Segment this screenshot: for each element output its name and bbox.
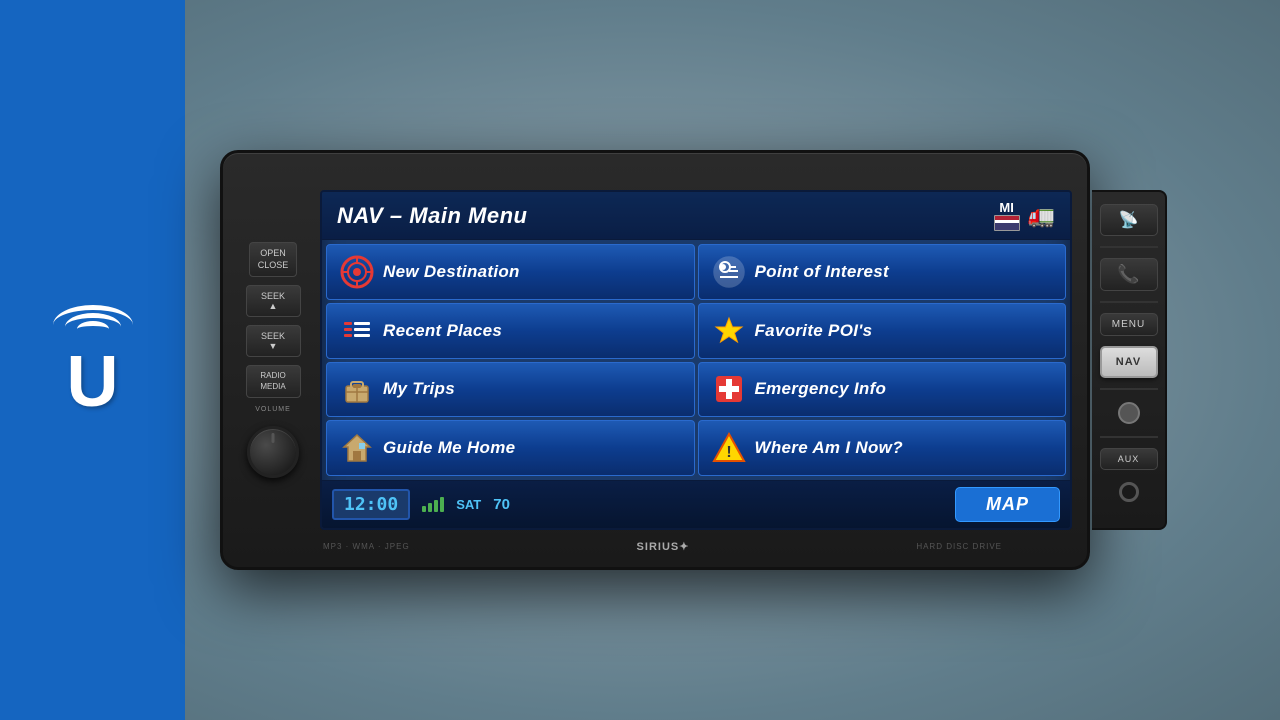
new-destination-label: New Destination [383,262,520,282]
logo: U [53,305,133,415]
poi-icon [711,254,747,290]
divider-2 [1100,301,1158,303]
phone-icon: 📞 [1117,264,1139,284]
favorite-poi-label: Favorite POI's [755,321,873,341]
recent-places-label: Recent Places [383,321,502,341]
format-label: MP3 · WMA · JPEG [323,542,410,551]
point-of-interest-label: Point of Interest [755,262,890,282]
status-bar: 12:00 SAT 70 MAP [322,480,1070,528]
my-trips-button[interactable]: My Trips [326,362,695,418]
target-icon [339,254,375,290]
svg-text:!: ! [726,444,731,461]
where-am-i-button[interactable]: ! Where Am I Now? [698,420,1067,476]
guide-home-button[interactable]: Guide Me Home [326,420,695,476]
head-unit-device: OPENCLOSE SEEK▲ SEEK▼ RADIOMEDIA VOLUME … [220,150,1090,570]
divider-4 [1100,436,1158,438]
screen-header: NAV – Main Menu MI 🚛 [322,192,1070,240]
state-code: MI [994,200,1020,231]
favorite-poi-button[interactable]: Favorite POI's [698,303,1067,359]
device-bottom-bar: MP3 · WMA · JPEG SIRIUS✦ HARD DISC DRIVE [323,540,1002,553]
warning-icon: ! [711,430,747,466]
home-icon [339,430,375,466]
screen-title: NAV – Main Menu [337,203,527,229]
left-controls: OPENCLOSE SEEK▲ SEEK▼ RADIOMEDIA VOLUME [238,242,308,478]
bag-icon [339,371,375,407]
signal-bars [422,497,444,512]
seek-up-button[interactable]: SEEK▲ [246,285,301,317]
menu-grid: New Destination Point of Interest [322,240,1070,480]
guide-home-label: Guide Me Home [383,438,515,458]
state-flag [994,215,1020,231]
cross-icon [711,371,747,407]
phone-button[interactable]: 📞 [1100,258,1158,291]
nav-button[interactable]: NAV [1100,346,1158,378]
signal-bar-2 [428,503,432,512]
point-of-interest-button[interactable]: Point of Interest [698,244,1067,300]
divider-3 [1100,388,1158,390]
signal-bar-1 [422,506,426,512]
sirius-brand-label: SIRIUS✦ [637,540,690,553]
recent-places-button[interactable]: Recent Places [326,303,695,359]
emergency-info-label: Emergency Info [755,379,887,399]
signal-bar-3 [434,500,438,512]
star-icon [711,313,747,349]
seek-down-button[interactable]: SEEK▼ [246,325,301,357]
my-trips-label: My Trips [383,379,455,399]
satellite-label: SAT [456,497,481,512]
usb-port [1118,402,1140,424]
time-display: 12:00 [332,489,410,520]
emergency-info-button[interactable]: Emergency Info [698,362,1067,418]
right-control-panel: 📡 📞 MENU NAV AUX [1092,190,1167,530]
wifi-logo-icon [53,305,133,345]
logo-letter: U [67,350,119,415]
radio-media-button[interactable]: RADIOMEDIA [246,365,301,398]
aux-jack[interactable] [1119,482,1139,502]
wireless-icon: 📡 [1119,212,1139,229]
storage-label: HARD DISC DRIVE [916,542,1002,551]
header-right: MI 🚛 [994,200,1055,231]
volume-label: VOLUME [255,406,291,413]
channel-number: 70 [493,496,510,513]
wifi-button[interactable]: 📡 [1100,204,1158,236]
nav-screen: NAV – Main Menu MI 🚛 [320,190,1072,530]
volume-knob[interactable] [247,426,299,478]
map-button[interactable]: MAP [955,487,1060,522]
truck-icon: 🚛 [1028,203,1055,229]
new-destination-button[interactable]: New Destination [326,244,695,300]
aux-button[interactable]: AUX [1100,448,1158,470]
where-am-i-label: Where Am I Now? [755,438,903,458]
open-close-button[interactable]: OPENCLOSE [249,242,298,277]
list-icon [339,313,375,349]
left-sidebar: U [0,0,185,720]
divider-1 [1100,246,1158,248]
menu-button[interactable]: MENU [1100,313,1158,336]
signal-bar-4 [440,497,444,512]
